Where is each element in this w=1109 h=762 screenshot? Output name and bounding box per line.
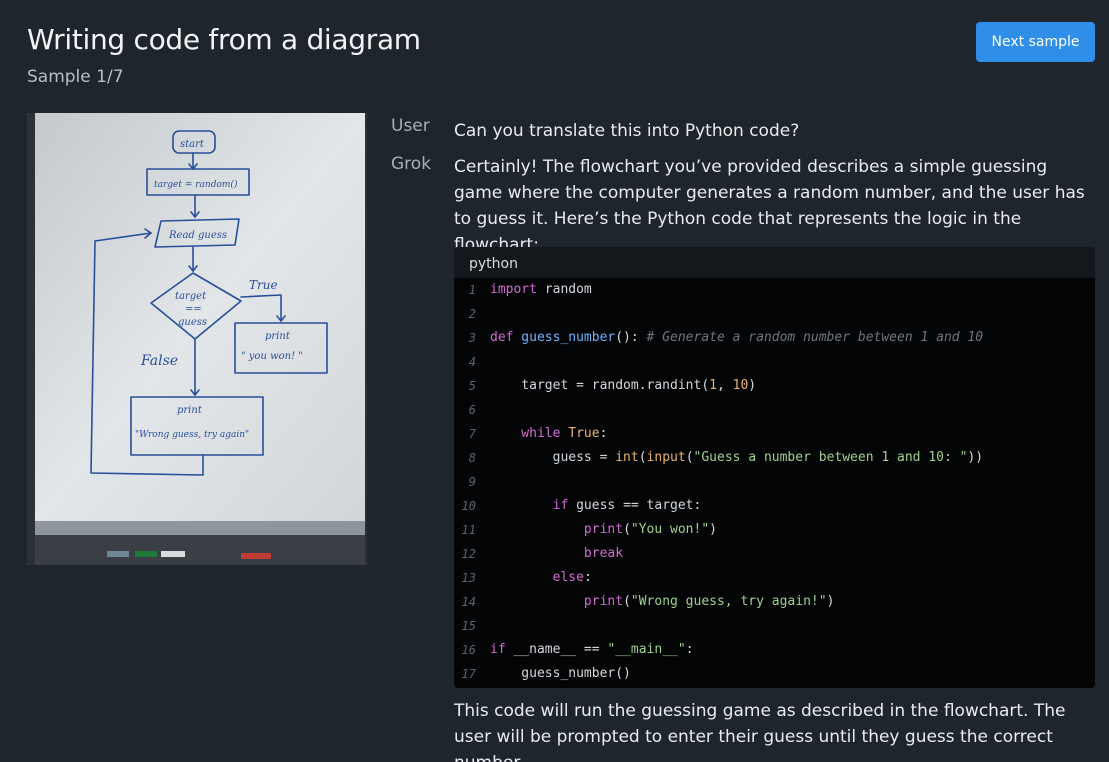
line-number: 8 [468,451,476,465]
line-number: 3 [468,331,476,345]
line-number: 16 [461,643,476,657]
line-number: 5 [468,379,476,393]
code-line: 17 guess_number() [454,662,1095,686]
line-number: 13 [461,571,476,585]
code-line: 6 [454,398,1095,422]
page-title: Writing code from a diagram [27,23,421,56]
next-sample-button[interactable]: Next sample [976,22,1095,62]
wb-true-label: True [249,278,278,292]
code-line: 12 break [454,542,1095,566]
line-number: 6 [468,403,476,417]
wb-print-won-2: " you won! " [241,351,303,362]
wb-false-label: False [140,353,178,369]
wb-target-text: target = random() [154,179,238,190]
wb-print-wrong-2: "Wrong guess, try again" [135,430,249,440]
sample-counter: Sample 1/7 [27,67,124,87]
user-message: Can you translate this into Python code? [454,121,800,141]
bot-label: Grok [391,154,432,174]
code-line: 2 [454,302,1095,326]
wb-cond-bot: guess [178,317,207,328]
code-block: python 1 import random 2 3 def guess_numbe… [454,247,1095,688]
user-label: User [391,116,430,136]
line-number: 12 [461,547,476,561]
sample-viewer: Writing code from a diagram Sample 1/7 N… [0,0,1109,762]
line-number: 15 [461,619,476,633]
code-line: 5 target = random.randint(1, 10) [454,374,1095,398]
line-number: 10 [461,499,476,513]
code-line: 14 print("Wrong guess, try again!") [454,590,1095,614]
wb-cond-mid: == [185,304,202,315]
wb-print-wrong-1: print [177,405,203,416]
code-line: 15 [454,614,1095,638]
code-line: 9 [454,470,1095,494]
bot-intro: Certainly! The flowchart you’ve provided… [454,157,1085,255]
wb-start-text: start [180,139,205,150]
line-number: 11 [461,523,476,537]
code-line: 1 import random [454,278,1095,302]
line-number: 4 [468,355,476,369]
wb-print-won-1: print [265,331,291,342]
wb-cond-top: target [175,291,207,302]
code-line: 10 if guess == target: [454,494,1095,518]
code-line: 8 guess = int(input("Guess a number betw… [454,446,1095,470]
code-line: 11 print("You won!") [454,518,1095,542]
code-language: python [454,247,1095,278]
wb-read-text: Read guess [168,230,227,241]
line-number: 1 [468,283,476,297]
line-number: 17 [461,667,476,681]
line-number: 7 [468,427,476,441]
code-line: 7 while True: [454,422,1095,446]
code-body: 1 import random 2 3 def guess_number(): # … [454,278,1095,686]
code-line: 13 else: [454,566,1095,590]
line-number: 2 [468,307,476,321]
line-number: 9 [468,475,476,489]
code-line: 3 def guess_number(): # Generate a random… [454,326,1095,350]
bot-outro: This code will run the guessing game as … [454,701,1066,762]
line-number: 14 [461,595,476,609]
whiteboard-image: start target = random() Read guess targe… [27,113,367,565]
code-line: 16 if __name__ == "__main__": [454,638,1095,662]
code-line: 4 [454,350,1095,374]
